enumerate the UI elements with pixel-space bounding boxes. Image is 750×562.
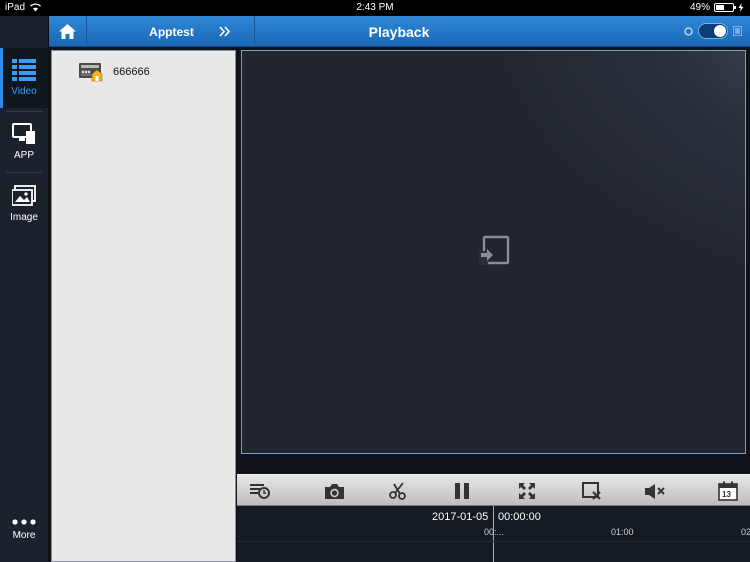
timeline[interactable]: 2017-01-05 00:00:00 00:... 01:00 02	[237, 506, 750, 562]
fullscreen-button[interactable]	[513, 479, 541, 503]
home-icon	[59, 24, 76, 39]
settings-small-icon[interactable]	[684, 26, 693, 36]
page-title: Playback	[368, 23, 430, 40]
calendar-button[interactable]: 13	[714, 479, 742, 503]
snapshot-button[interactable]	[320, 479, 348, 503]
device-name: 666666	[113, 66, 150, 78]
sidebar-item-label: More	[12, 530, 36, 541]
image-gallery-icon	[12, 185, 36, 206]
list-mode-icon[interactable]	[733, 26, 742, 36]
clip-button[interactable]	[384, 479, 412, 503]
pause-icon	[455, 483, 469, 499]
more-dots-icon	[12, 519, 36, 525]
breadcrumb-label: Apptest	[149, 24, 194, 39]
sidebar-item-label: APP	[13, 150, 34, 161]
mute-icon	[645, 483, 665, 499]
playback-toolbar: 13	[237, 474, 750, 506]
sidebar-divider	[6, 172, 42, 173]
toggle-knob	[714, 25, 726, 37]
top-bar: Apptest Playback	[49, 16, 750, 47]
close-window-button[interactable]	[578, 479, 606, 503]
battery-icon	[714, 3, 736, 12]
double-chevron-right-icon	[219, 26, 231, 37]
device-item[interactable]: 666666	[79, 62, 150, 82]
playback-record-icon	[250, 484, 270, 499]
sidebar-item-more[interactable]: More	[0, 502, 48, 558]
home-button[interactable]	[49, 16, 87, 47]
mode-toggle[interactable]	[698, 23, 728, 39]
app-monitor-icon	[12, 123, 35, 144]
calendar-day: 13	[722, 490, 731, 499]
sidebar-item-video[interactable]: Video	[0, 48, 48, 108]
playback-placeholder-icon	[479, 235, 510, 265]
timeline-tick: 00:...	[484, 527, 505, 537]
device-list-panel: 666666	[51, 50, 236, 562]
sidebar-item-app[interactable]: APP	[0, 112, 48, 172]
timeline-track	[237, 541, 750, 542]
sidebar-item-image[interactable]: Image	[0, 174, 48, 234]
charging-icon	[738, 3, 744, 12]
camera-icon	[324, 483, 344, 499]
clock: 2:43 PM	[356, 2, 394, 13]
battery-percent: 49%	[689, 2, 710, 13]
status-bar: iPad 2:43 PM 49%	[0, 0, 750, 16]
timeline-time: 00:00:00	[498, 511, 541, 523]
timeline-date: 2017-01-05	[432, 511, 489, 523]
playback-record-button[interactable]	[246, 479, 274, 503]
fullscreen-icon	[519, 483, 535, 499]
video-playback-window[interactable]	[241, 50, 746, 454]
timeline-tick: 01:00	[611, 527, 634, 537]
mute-button[interactable]	[641, 479, 669, 503]
sidebar-item-label: Video	[11, 86, 37, 97]
sidebar-item-label: Image	[10, 212, 38, 223]
close-window-icon	[582, 482, 601, 500]
scissors-icon	[389, 482, 406, 500]
pause-button[interactable]	[448, 479, 476, 503]
timeline-tick: 02	[741, 527, 750, 537]
expand-panel-button[interactable]	[213, 16, 237, 47]
dvr-device-icon	[79, 63, 103, 82]
video-list-icon	[12, 59, 36, 81]
sidebar: Video APP Image More	[0, 16, 49, 562]
